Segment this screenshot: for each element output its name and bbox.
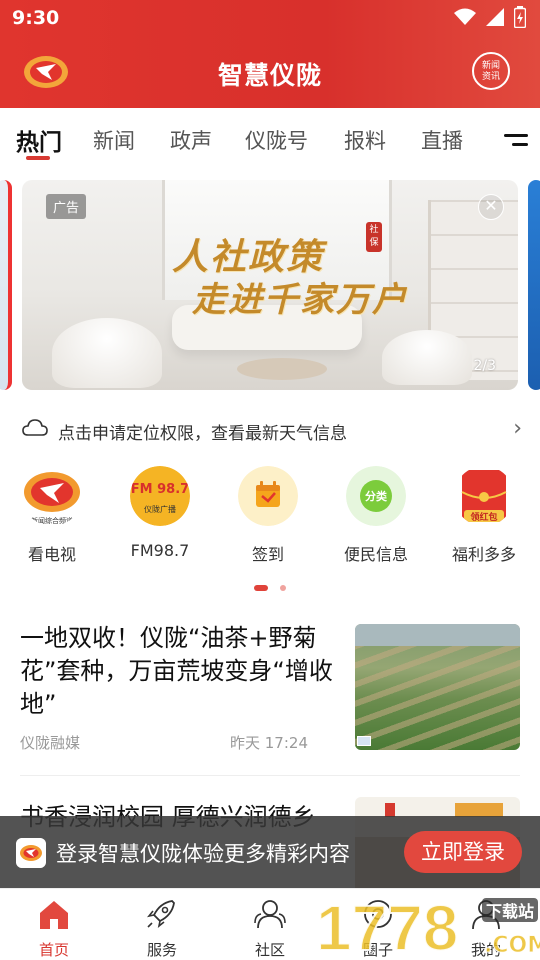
tv-station-caption: 新闻综合频道 [31,516,73,525]
quick-link-convenience[interactable]: 分类 便民信息 [326,466,426,565]
community-icon [254,900,286,929]
chevron-right-icon: › [513,416,522,441]
tab-hot[interactable]: 热门 [16,123,62,157]
news-badge-line1: 新闻 [481,61,500,71]
login-prompt-bar: 登录智慧仪陇体验更多精彩内容 立即登录 [0,816,540,888]
quick-link-checkin[interactable]: 签到 [218,466,318,565]
banner-chair-graphic [52,318,162,388]
tab-live[interactable]: 直播 [421,125,463,155]
quick-link-label: 福利多多 [451,545,516,564]
news-thumbnail [355,624,520,750]
weather-prompt-text: 点击申请定位权限，查看最新天气信息 [58,424,347,444]
news-time: 昨天 17:24 [230,734,308,752]
wifi-icon [454,8,476,25]
pager-dot [279,584,286,591]
classify-icon: 分类 [346,466,406,526]
news-info-button[interactable]: 新闻 资讯 [472,52,510,90]
banner-ad[interactable]: 人社政策 走进千家万户 社保 广告 ✕ 2/3 [22,180,518,390]
nav-home[interactable]: 首页 [14,897,94,960]
active-tab-indicator [26,156,50,160]
quick-link-fm[interactable]: FM 98.7 仪陇广播 FM98.7 [110,466,210,560]
nav-label: 圈子 [362,941,393,959]
nav-mine[interactable]: 我的 [446,897,526,960]
quick-link-label: 便民信息 [343,545,408,564]
quick-link-label: 签到 [251,545,284,564]
nav-label: 社区 [254,941,285,959]
home-icon [40,901,68,929]
banner-chair-graphic [382,330,472,385]
pager-dot-active [254,584,269,591]
signal-icon [486,8,504,26]
classify-caption: 分类 [365,489,388,503]
tab-yilong-account[interactable]: 仪陇号 [245,125,308,155]
nav-circle[interactable]: 圈子 [338,897,418,960]
fm-radio-icon: FM 98.7 仪陇广播 [130,466,190,526]
carousel-prev-peek[interactable] [0,180,12,390]
banner-pager: 2/3 [473,358,496,374]
status-bar: 9:30 [0,0,540,36]
channel-menu-icon[interactable] [504,134,528,152]
tv-station-icon: 新闻综合频道 [24,472,80,525]
nav-label: 首页 [38,941,69,959]
battery-icon [514,6,526,28]
nav-label: 服务 [146,941,177,959]
quick-link-tv[interactable]: 新闻综合频道 看电视 [2,466,102,565]
quick-link-welfare[interactable]: 领红包 福利多多 [434,466,534,565]
news-title: 一地双收！仪陇“油茶+野菊花”套种，万亩荒坡变身“增收地” [20,624,333,718]
weather-permission-row[interactable]: 点击申请定位权限，查看最新天气信息 › [22,414,522,446]
banner-table-graphic [237,358,327,380]
app-screen: 9:30 智慧仪陇 新闻 资讯 热门 新闻 政声 仪陇号 报料 直播 人社政策 … [0,0,540,960]
quick-link-label: FM98.7 [130,541,190,560]
fm-radio-caption: FM 98.7 [131,482,189,497]
top-header: 9:30 智慧仪陇 新闻 资讯 [0,0,540,108]
banner-headline-line2: 走进千家万户 [192,280,408,320]
red-envelope-icon: 领红包 [461,470,507,523]
quick-links: 新闻综合频道 看电视 FM 98.7 仪陇广播 FM98.7 签到 分类 便民信… [0,466,540,566]
nav-community[interactable]: 社区 [230,897,310,960]
fm-radio-subcaption: 仪陇广播 [144,504,176,514]
login-prompt-text: 登录智慧仪陇体验更多精彩内容 [56,842,350,866]
nav-services[interactable]: 服务 [122,897,202,960]
nav-label: 我的 [470,941,501,959]
close-ad-icon[interactable]: ✕ [478,194,504,220]
login-now-button[interactable]: 立即登录 [404,831,522,873]
tab-politics[interactable]: 政声 [170,125,212,155]
circle-icon [364,900,392,928]
news-source: 仪陇融媒 [20,734,81,752]
quick-links-pager [0,577,540,596]
status-time: 9:30 [12,7,60,29]
tab-news[interactable]: 新闻 [93,125,135,155]
news-badge-line2: 资讯 [481,72,500,82]
app-title: 智慧仪陇 [217,61,322,90]
rocket-icon [147,900,175,928]
user-icon [472,900,500,930]
carousel-next-peek[interactable] [528,180,540,390]
channel-tabs: 热门 新闻 政声 仪陇号 报料 直播 [0,108,540,170]
red-envelope-caption: 领红包 [470,511,497,523]
tab-report[interactable]: 报料 [344,125,386,155]
calendar-checkin-icon [238,466,298,526]
bottom-nav: 首页 服务 社区 圈子 我的 [0,888,540,960]
status-icons [454,6,526,28]
news-item[interactable]: 一地双收！仪陇“油茶+野菊花”套种，万亩荒坡变身“增收地” 仪陇融媒 昨天 17… [20,622,520,776]
banner-seal: 社保 [366,222,382,252]
cloud-icon [22,419,48,436]
app-logo-icon [16,838,46,868]
ad-label: 广告 [46,194,87,219]
quick-link-label: 看电视 [27,545,76,564]
